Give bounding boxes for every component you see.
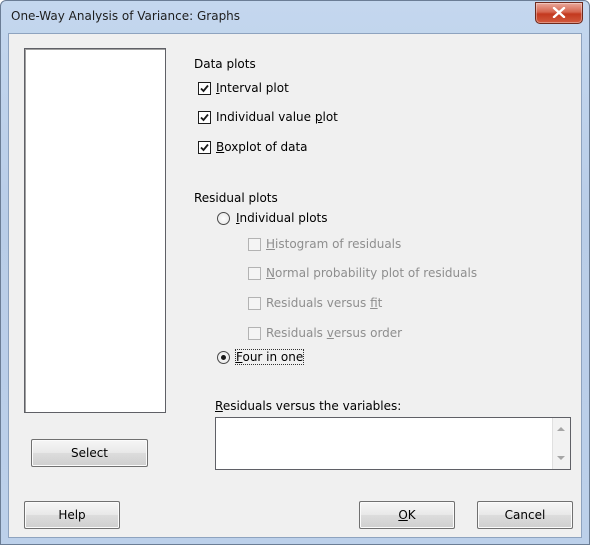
select-button[interactable]: Select [31, 439, 148, 467]
dialog-client-area: Select Data plots Interval plot Individu… [8, 33, 582, 538]
residuals-versus-order-label[interactable]: Residuals versus order [266, 326, 402, 340]
interval-plot-label[interactable]: Interval plot [216, 81, 289, 95]
radio-selected-dot [221, 355, 226, 360]
scroll-up-arrow-icon[interactable] [557, 427, 565, 431]
individual-plots-radio[interactable] [217, 212, 230, 225]
normal-probability-plot-checkbox[interactable] [248, 267, 261, 280]
individual-value-plot-checkbox[interactable] [198, 111, 211, 124]
residuals-vs-variables-label: Residuals versus the variables: [215, 399, 402, 413]
variables-listbox[interactable] [24, 48, 166, 413]
window-title: One-Way Analysis of Variance: Graphs [11, 9, 241, 23]
close-button[interactable] [535, 2, 583, 24]
boxplot-of-data-label[interactable]: Boxplot of data [216, 140, 308, 154]
textarea-scrollbar[interactable] [552, 418, 570, 469]
help-button[interactable]: Help [24, 501, 120, 529]
checkmark-icon [200, 113, 209, 122]
histogram-of-residuals-label[interactable]: Histogram of residuals [266, 237, 401, 251]
checkmark-icon [200, 143, 209, 152]
boxplot-of-data-checkbox[interactable] [198, 141, 211, 154]
dialog-window: One-Way Analysis of Variance: Graphs Sel… [0, 0, 590, 545]
histogram-of-residuals-checkbox[interactable] [248, 238, 261, 251]
residuals-vs-variables-input[interactable] [215, 417, 571, 470]
scroll-down-arrow-icon[interactable] [557, 456, 565, 460]
individual-plots-label[interactable]: Individual plots [236, 211, 328, 225]
residuals-versus-order-checkbox[interactable] [248, 327, 261, 340]
cancel-button[interactable]: Cancel [477, 501, 573, 529]
residuals-versus-fit-label[interactable]: Residuals versus fit [266, 296, 382, 310]
ok-button[interactable]: OK [359, 501, 455, 529]
individual-value-plot-label[interactable]: Individual value plot [216, 110, 338, 124]
normal-probability-plot-label[interactable]: Normal probability plot of residuals [266, 266, 477, 280]
four-in-one-radio[interactable] [217, 351, 230, 364]
residual-plots-heading: Residual plots [194, 191, 278, 205]
checkmark-icon [200, 84, 209, 93]
title-bar[interactable]: One-Way Analysis of Variance: Graphs [1, 1, 589, 33]
four-in-one-label[interactable]: Four in one [234, 349, 305, 365]
residuals-versus-fit-checkbox[interactable] [248, 297, 261, 310]
data-plots-heading: Data plots [194, 57, 256, 71]
close-icon [552, 7, 566, 18]
interval-plot-checkbox[interactable] [198, 82, 211, 95]
